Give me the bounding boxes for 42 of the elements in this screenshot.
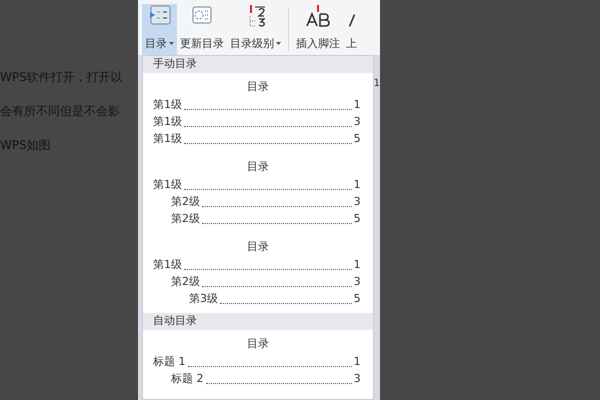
entry-text: 第1级 xyxy=(153,96,182,112)
refresh-list-icon xyxy=(190,4,214,26)
ribbon-button[interactable]: 插入脚注 xyxy=(293,4,343,55)
entry-text: 第1级 xyxy=(153,176,182,192)
entry-text: 第2级 xyxy=(171,194,200,210)
ribbon-button[interactable]: 更新目录 xyxy=(177,4,227,55)
ribbon-button[interactable]: 上 xyxy=(343,4,360,55)
page-number: 3 xyxy=(354,274,361,290)
toc-style-option[interactable]: 目录 标题 1 1 标题 2 3 xyxy=(143,330,373,393)
entry-text: 第1级 xyxy=(153,256,182,272)
page-number: 3 xyxy=(354,370,361,386)
page-number: 1 xyxy=(354,176,361,192)
entry-text: 第1级 xyxy=(153,114,182,130)
entry-text: 第2级 xyxy=(171,210,200,226)
footnote-ab-icon xyxy=(304,4,332,28)
page-number: 3 xyxy=(354,194,361,210)
toc-title: 目录 xyxy=(246,336,270,352)
toc-style-option[interactable]: 目录 第1级 1 第1级 3 第1级 5 xyxy=(143,73,373,153)
ribbon-button[interactable]: 目录 xyxy=(142,4,177,55)
toc-title: 目录 xyxy=(246,159,270,175)
page-number: 1 xyxy=(354,354,361,370)
page-number: 5 xyxy=(354,130,361,146)
section-header: 手动目录 xyxy=(143,56,373,73)
toc-icon xyxy=(148,4,172,26)
page-number: 1 xyxy=(354,96,361,112)
ribbon-button[interactable]: 目录级别 xyxy=(227,4,284,55)
page-number: 5 xyxy=(354,210,361,226)
toc-title: 目录 xyxy=(246,239,270,255)
page-number: 3 xyxy=(354,114,361,130)
entry-text: 第3级 xyxy=(189,290,218,306)
background-text: 1 xyxy=(374,78,380,89)
toc-style-option[interactable]: 目录 第1级 1 第2级 3 第2级 5 xyxy=(143,153,373,233)
page-number: 1 xyxy=(354,256,361,272)
entry-text: 标题 1 xyxy=(153,354,186,370)
toc-title: 目录 xyxy=(246,79,270,95)
entry-text: 第2级 xyxy=(171,274,200,290)
entry-text: 第1级 xyxy=(153,130,182,146)
letter-icon xyxy=(348,14,354,27)
toc-style-option[interactable]: 目录 第1级 1 第2级 3 第3级 5 xyxy=(143,233,373,313)
page-number: 5 xyxy=(354,290,361,306)
entry-text: 标题 2 xyxy=(171,370,204,386)
section-header: 自动目录 xyxy=(143,313,373,330)
